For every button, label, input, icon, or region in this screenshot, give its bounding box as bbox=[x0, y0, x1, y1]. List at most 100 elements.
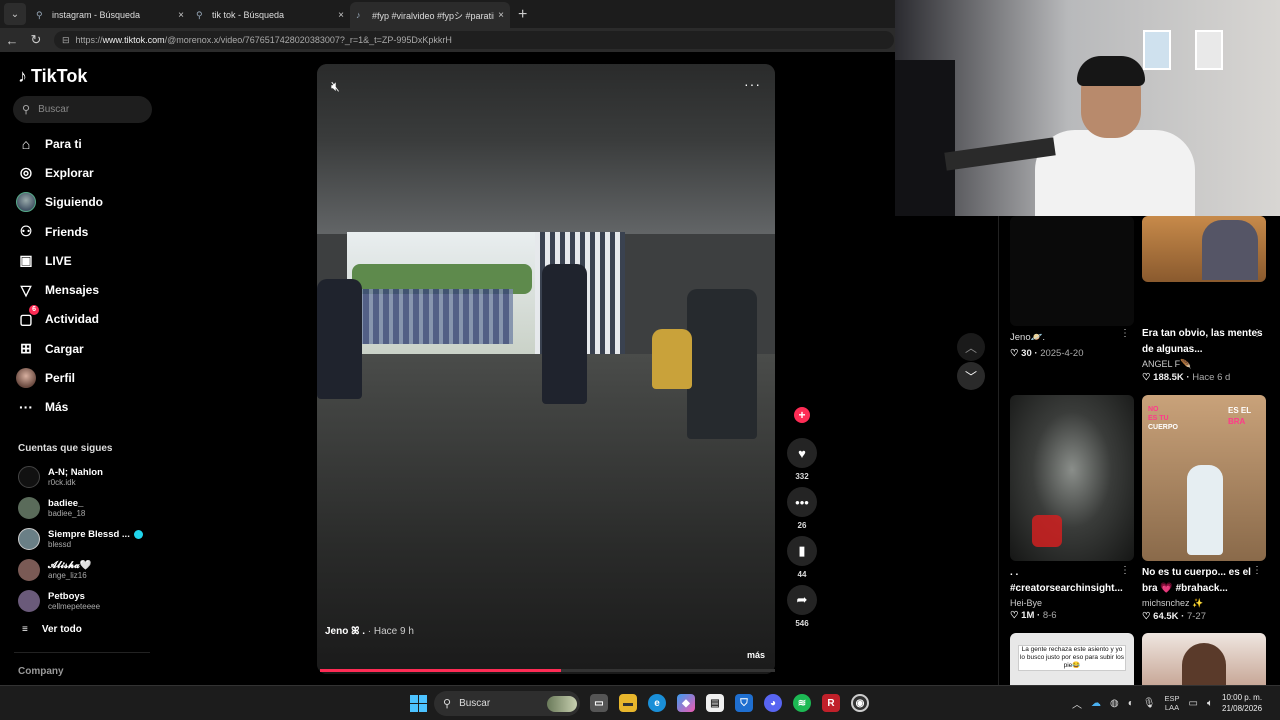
nav-item-actividad[interactable]: ▢ 6 Actividad bbox=[16, 305, 103, 334]
card-stats: ♡ 1M · 8-6 bbox=[1010, 610, 1057, 621]
tab-label: instagram - Búsqueda bbox=[52, 10, 141, 20]
security-icon[interactable]: ⛉ bbox=[735, 694, 753, 712]
like-action[interactable]: ♥ 332 bbox=[786, 438, 818, 481]
video-thumbnail[interactable]: NO ES TU CUERPO ES EL BRA bbox=[1142, 395, 1266, 561]
video-thumbnail[interactable] bbox=[1010, 216, 1134, 326]
more-button[interactable]: más bbox=[747, 650, 765, 660]
following-account[interactable]: badiee_ badiee_18 bbox=[18, 492, 143, 523]
following-account[interactable]: 𝓐𝓵𝓲𝓼𝓱𝓪🤍 ange_liz16 bbox=[18, 554, 143, 585]
share-action[interactable]: ➦ 546 bbox=[786, 585, 818, 628]
thumb-frame bbox=[1187, 465, 1223, 555]
file-explorer-icon[interactable]: ▬ bbox=[619, 694, 637, 712]
store-icon[interactable]: ▤ bbox=[706, 694, 724, 712]
video-card[interactable]: ⋮ Era tan obvio, las mentes de algunas..… bbox=[1142, 216, 1266, 383]
clock[interactable]: 10:00 p. m. 21/08/2026 bbox=[1222, 692, 1262, 714]
browser-tab[interactable]: ⚲ instagram - Búsqueda × bbox=[30, 2, 190, 28]
more-icon[interactable]: ⋮ bbox=[1252, 565, 1262, 576]
reload-icon[interactable]: ↻ bbox=[24, 32, 48, 48]
following-heading: Cuentas que sigues bbox=[18, 443, 113, 454]
video-card[interactable] bbox=[1142, 633, 1266, 685]
nav-item-para-ti[interactable]: ⌂ Para ti bbox=[16, 129, 103, 158]
sidebar: ♪ TikTok ⚲ Buscar ⌂ Para ti ◎ Explorar S… bbox=[0, 52, 160, 685]
search-highlight-icon bbox=[547, 696, 577, 712]
video-progress-bar[interactable] bbox=[320, 669, 775, 672]
app-tray-icon[interactable]: ◐ bbox=[1128, 698, 1134, 709]
thumb-frame bbox=[1202, 220, 1258, 280]
post-time: · Hace 9 h bbox=[367, 626, 414, 637]
see-all-button[interactable]: ≡ Ver todo bbox=[22, 624, 82, 635]
onedrive-icon[interactable]: ☁ bbox=[1091, 698, 1101, 709]
comment-action[interactable]: ••• 26 bbox=[786, 487, 818, 530]
volume-icon[interactable]: 🔈︎ bbox=[1207, 698, 1213, 709]
windows-start-icon[interactable] bbox=[410, 695, 427, 712]
video-thumbnail[interactable]: La gente rechaza este asiento y yo lo bu… bbox=[1010, 633, 1134, 685]
video-thumbnail[interactable] bbox=[1010, 395, 1134, 561]
progress-fill bbox=[320, 669, 562, 672]
nav-item-friends[interactable]: ⚇ Friends bbox=[16, 217, 103, 246]
more-icon[interactable]: ··· bbox=[744, 76, 761, 92]
comment-count: 26 bbox=[797, 521, 807, 530]
nav-item-mensajes[interactable]: ▽ Mensajes bbox=[16, 275, 103, 304]
edge-icon[interactable]: e bbox=[648, 694, 666, 712]
network-icon[interactable]: ▭ bbox=[1189, 698, 1198, 709]
video-player[interactable]: 🔇︎ ··· Jeno ꕤ . · Hace 9 h más bbox=[317, 64, 775, 674]
nav-item-live[interactable]: ▣ LIVE bbox=[16, 246, 103, 275]
spotify-icon[interactable]: ≋ bbox=[793, 694, 811, 712]
video-frame bbox=[652, 329, 692, 389]
nav-item-explorar[interactable]: ◎ Explorar bbox=[16, 158, 103, 187]
chrome-icon[interactable]: ◉ bbox=[851, 694, 869, 712]
back-icon[interactable]: ← bbox=[0, 33, 24, 48]
close-icon[interactable]: × bbox=[178, 10, 184, 21]
following-account[interactable]: Siempre Blessd ... blessd bbox=[18, 523, 143, 554]
app-r-icon[interactable]: R bbox=[822, 694, 840, 712]
video-card[interactable]: ⋮ . . #creatorsearchinsight... Hei-Bye ♡… bbox=[1010, 395, 1134, 621]
bookmark-icon[interactable]: ▮ bbox=[787, 536, 817, 566]
more-icon[interactable]: ⋮ bbox=[1120, 328, 1130, 339]
following-account[interactable]: A-N; Nahlon r0ck.idk bbox=[18, 461, 143, 492]
discord-icon[interactable]: ◕ bbox=[764, 694, 782, 712]
chevron-down-icon[interactable]: ﹀ bbox=[957, 362, 985, 390]
address-bar: ← ↻ ⊟ https://www.tiktok.com/@morenox.x/… bbox=[0, 28, 895, 52]
app-tray-icon[interactable]: ◍ bbox=[1110, 698, 1119, 709]
taskbar-apps: ▭ ▬ e ◆ ▤ ⛉ ◕ ≋ R ◉ bbox=[590, 694, 869, 712]
browser-tab-active[interactable]: ♪ #fyp #viralvideo #fypシ #paratii #F × bbox=[350, 2, 510, 28]
comment-icon[interactable]: ••• bbox=[787, 487, 817, 517]
more-icon[interactable]: ⋮ bbox=[1252, 328, 1262, 339]
microphone-icon[interactable]: 🎙︎ bbox=[1143, 698, 1156, 709]
webcam-overlay bbox=[895, 0, 1280, 216]
tiktok-logo[interactable]: ♪ TikTok bbox=[18, 66, 87, 87]
site-info-icon[interactable]: ⊟ bbox=[62, 35, 70, 46]
more-icon[interactable]: ⋮ bbox=[1120, 565, 1130, 576]
mute-icon[interactable]: 🔇︎ bbox=[331, 78, 340, 95]
video-card[interactable]: ⋮ Jeno🪐. ♡ 30 · 2025-4-20 bbox=[1010, 216, 1134, 359]
save-action[interactable]: ▮ 44 bbox=[786, 536, 818, 579]
new-tab-button[interactable]: + bbox=[518, 6, 527, 24]
nav-item-siguiendo[interactable]: Siguiendo bbox=[16, 188, 103, 217]
share-icon[interactable]: ➦ bbox=[787, 585, 817, 615]
video-card[interactable]: NO ES TU CUERPO ES EL BRA ⋮ No es tu cue… bbox=[1142, 395, 1266, 622]
close-icon[interactable]: × bbox=[338, 10, 344, 21]
nav-item-cargar[interactable]: ⊞ Cargar bbox=[16, 334, 103, 363]
following-account[interactable]: Petboys cellmepeteeee bbox=[18, 585, 143, 616]
company-link[interactable]: Company bbox=[18, 666, 64, 677]
search-input[interactable]: ⚲ Buscar bbox=[13, 96, 152, 123]
account-name: badiee_ bbox=[48, 497, 84, 509]
follow-button[interactable]: + bbox=[794, 407, 810, 423]
video-card[interactable]: La gente rechaza este asiento y yo lo bu… bbox=[1010, 633, 1134, 685]
tab-actions-icon[interactable]: ⌄ bbox=[4, 3, 26, 25]
chevron-up-icon[interactable]: ︿ bbox=[957, 333, 985, 361]
task-view-icon[interactable]: ▭ bbox=[590, 694, 608, 712]
url-field[interactable]: ⊟ https://www.tiktok.com/@morenox.x/vide… bbox=[54, 31, 894, 49]
video-thumbnail[interactable] bbox=[1142, 216, 1266, 282]
video-thumbnail[interactable] bbox=[1142, 633, 1266, 685]
language-indicator[interactable]: ESP LAA bbox=[1164, 694, 1179, 712]
nav-item-perfil[interactable]: Perfil bbox=[16, 363, 103, 392]
browser-tab[interactable]: ⚲ tik tok - Búsqueda × bbox=[190, 2, 350, 28]
close-icon[interactable]: × bbox=[498, 10, 504, 21]
webcam-frame bbox=[1035, 130, 1195, 216]
heart-icon[interactable]: ♥ bbox=[787, 438, 817, 468]
chevron-up-icon[interactable]: ︿ bbox=[1072, 696, 1082, 711]
copilot-icon[interactable]: ◆ bbox=[677, 694, 695, 712]
nav-item-mas[interactable]: ··· Más bbox=[16, 393, 103, 422]
video-author[interactable]: Jeno ꕤ . · Hace 9 h bbox=[325, 626, 414, 637]
